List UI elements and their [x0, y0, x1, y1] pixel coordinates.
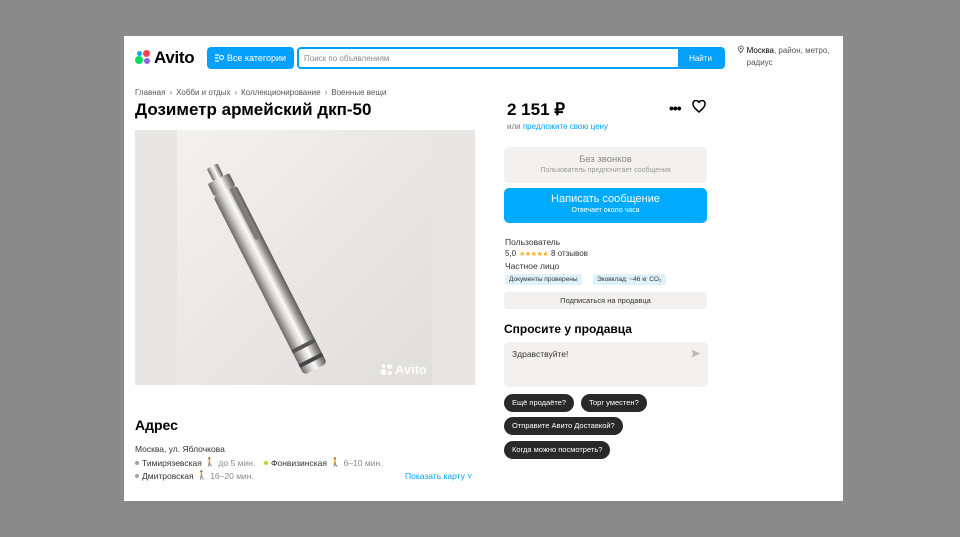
- all-categories-label: Все категории: [226, 53, 287, 63]
- rating-stars-icon: ★★★★★: [519, 250, 549, 258]
- listing-photo[interactable]: Avito: [135, 130, 475, 385]
- breadcrumb-item[interactable]: Хобби и отдых: [176, 88, 230, 97]
- quick-question-chip[interactable]: Торг уместен?: [581, 394, 647, 412]
- quick-question-chip[interactable]: Ещё продаёте?: [504, 394, 575, 412]
- address-heading: Адрес: [135, 417, 178, 433]
- seller-rating[interactable]: 5,0 ★★★★★ 8 отзывов: [505, 249, 588, 258]
- price-or: или: [507, 122, 521, 131]
- seller-type: Частное лицо: [505, 261, 560, 271]
- chevron-down-icon: ˅: [467, 471, 473, 481]
- metro-time: 6–10 мин.: [343, 457, 383, 468]
- quick-question-chip[interactable]: Отправите Авито Доставкой?: [504, 417, 623, 435]
- favorite-heart-icon[interactable]: [692, 99, 706, 118]
- metro-name: Дмитровская: [142, 470, 194, 481]
- send-icon[interactable]: [691, 349, 701, 358]
- response-time: Отвечает около часа: [571, 207, 640, 214]
- walk-icon: 🚶: [196, 470, 208, 480]
- metro-time: 16–20 мин.: [210, 470, 254, 481]
- metro-station: Фонвизинская 🚶 6–10 мин.: [264, 457, 383, 468]
- write-message-button[interactable]: Написать сообщение Отвечает около часа: [504, 188, 707, 223]
- breadcrumb-item[interactable]: Военные вещи: [331, 88, 386, 97]
- documents-verified-badge: Документы проверены: [505, 274, 582, 285]
- listing-title: Дозиметр армейский дкп-50: [135, 100, 372, 119]
- location-pin-icon: [738, 45, 744, 54]
- metro-name: Фонвизинская: [271, 457, 327, 468]
- no-calls-notice: Без звонков Пользователь предпочитает со…: [504, 147, 707, 183]
- chevron-right-icon: ›: [234, 88, 238, 97]
- ask-seller-input[interactable]: Здравствуйте!: [504, 342, 708, 387]
- more-options-icon[interactable]: •••: [669, 100, 682, 116]
- logo-text: Avito: [154, 48, 195, 67]
- location-city: Москва: [746, 46, 774, 55]
- avito-watermark: Avito: [380, 362, 427, 377]
- price-offer: или предложите свою цену: [507, 122, 608, 131]
- avito-logo[interactable]: Avito: [135, 48, 195, 68]
- metro-name: Тимирязевская: [142, 457, 202, 468]
- all-categories-button[interactable]: Все категории: [207, 47, 294, 69]
- seller-name[interactable]: Пользователь: [505, 237, 560, 247]
- no-calls-title: Без звонков: [579, 154, 632, 165]
- search-input[interactable]: [299, 49, 678, 67]
- watermark-logo-icon: [380, 363, 393, 375]
- dosimeter-image: [207, 163, 326, 374]
- ask-seller-text: Здравствуйте!: [512, 349, 569, 359]
- address-line: Москва, ул. Яблочкова: [135, 444, 225, 454]
- categories-icon: [214, 54, 224, 62]
- metro-station: Тимирязевская 🚶 до 5 мин.: [135, 457, 255, 468]
- listing-page: Avito Все категории Найти Москва, район,…: [124, 36, 843, 501]
- location-text: Москва, район, метро, радиус: [747, 45, 836, 69]
- walk-icon: 🚶: [329, 457, 341, 467]
- ask-seller-heading: Спросите у продавца: [504, 322, 632, 336]
- reviews-count: 8 отзывов: [551, 249, 588, 258]
- show-map-label: Показать карту: [405, 471, 465, 481]
- show-map-link[interactable]: Показать карту ˅: [405, 471, 472, 481]
- subscribe-seller-button[interactable]: Подписаться на продавца: [504, 292, 707, 309]
- metro-line-dot: [135, 460, 139, 465]
- location-selector[interactable]: Москва, район, метро, радиус: [738, 45, 836, 69]
- breadcrumb: Главная › Хобби и отдых › Коллекционирован…: [135, 88, 386, 97]
- price: 2 151 ₽: [507, 100, 566, 119]
- offer-price-link[interactable]: предложите свою цену: [523, 122, 608, 131]
- metro-line-dot: [135, 473, 139, 478]
- logo-icon: [135, 50, 151, 66]
- search-button[interactable]: Найти: [678, 49, 723, 67]
- breadcrumb-item[interactable]: Коллекционирование: [241, 88, 320, 97]
- no-calls-sub: Пользователь предпочитает сообщения: [540, 167, 671, 174]
- chevron-right-icon: ›: [324, 88, 328, 97]
- quick-question-chip[interactable]: Когда можно посмотреть?: [504, 441, 611, 459]
- metro-station: Дмитровская 🚶 16–20 мин.: [135, 470, 254, 481]
- rating-value: 5,0: [505, 249, 517, 258]
- search-bar: Найти: [297, 47, 725, 69]
- walk-icon: 🚶: [204, 457, 216, 467]
- eco-contribution-badge: Эковклад: ~46 кг CO₂: [593, 274, 666, 285]
- metro-line-dot: [264, 460, 268, 465]
- watermark-text: Avito: [394, 362, 427, 377]
- metro-time: до 5 мин.: [218, 457, 256, 468]
- chevron-right-icon: ›: [169, 88, 173, 97]
- write-message-label: Написать сообщение: [551, 193, 660, 205]
- breadcrumb-item[interactable]: Главная: [135, 88, 165, 97]
